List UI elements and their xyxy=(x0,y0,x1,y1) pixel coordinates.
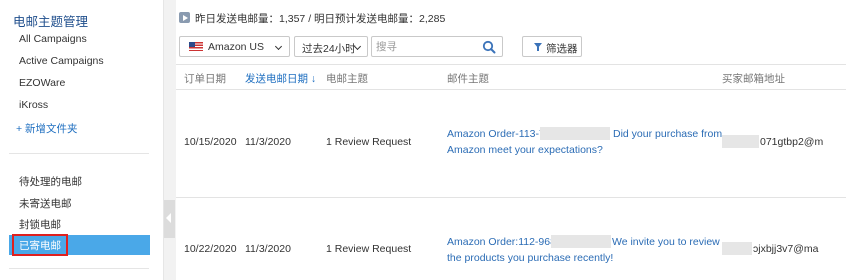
table-row-divider xyxy=(176,197,846,198)
email-topic-cell: 1 Review Request xyxy=(326,136,412,148)
highlight-box xyxy=(12,234,68,256)
subject-line-2[interactable]: Amazon meet your expectations? xyxy=(447,142,603,158)
time-range-select[interactable]: 过去24小时 xyxy=(294,36,368,57)
redaction xyxy=(540,127,610,140)
column-header-email-topic[interactable]: 电邮主题 xyxy=(326,71,368,86)
redaction xyxy=(722,242,752,255)
subject-line-2[interactable]: the products you purchase recently! xyxy=(447,250,613,266)
chevron-down-icon xyxy=(274,42,283,51)
sidebar-item-pending[interactable]: 待处理的电邮 xyxy=(19,174,82,189)
redaction xyxy=(722,135,759,148)
send-date-cell: 11/3/2020 xyxy=(245,243,291,255)
subject-line-start[interactable]: Amazon Order:112-9681 xyxy=(447,234,562,250)
play-icon xyxy=(179,12,190,23)
time-range-label: 过去24小时 xyxy=(302,43,356,55)
search-input[interactable] xyxy=(376,39,476,54)
sidebar-title: 电邮主题管理 xyxy=(13,15,89,29)
subject-line-end[interactable]: We invite you to review xyxy=(612,234,720,250)
chevron-left-icon xyxy=(166,213,171,223)
column-header-subject[interactable]: 邮件主题 xyxy=(447,71,489,86)
buyer-email-cell: ɔjxbjj3v7@ma xyxy=(753,243,819,255)
search-icon[interactable] xyxy=(482,40,496,54)
marketplace-label: Amazon US xyxy=(208,41,265,53)
filter-label: 筛选器 xyxy=(546,43,578,55)
email-topic-cell: 1 Review Request xyxy=(326,243,412,255)
sidebar-divider-bottom xyxy=(9,268,149,269)
order-date-cell: 10/22/2020 xyxy=(184,243,237,255)
new-folder-link[interactable]: + 新增文件夹 xyxy=(16,121,78,136)
table-border xyxy=(176,64,846,65)
collapse-sidebar-handle[interactable] xyxy=(164,200,175,238)
sidebar-item-all-campaigns[interactable]: All Campaigns xyxy=(19,33,87,45)
sidebar-item-ezoware[interactable]: EZOWare xyxy=(19,77,65,89)
buyer-email-cell: 071gtbp2@m xyxy=(760,136,824,148)
search-box xyxy=(371,36,503,57)
subject-line-end[interactable]: Did your purchase from xyxy=(613,126,722,142)
column-header-order-date[interactable]: 订单日期 xyxy=(184,71,226,86)
redaction xyxy=(551,235,611,248)
sidebar-item-active-campaigns[interactable]: Active Campaigns xyxy=(19,55,104,67)
sidebar: 电邮主题管理 All Campaigns Active Campaigns EZ… xyxy=(0,0,163,280)
column-header-buyer-email[interactable]: 买家邮箱地址 xyxy=(722,71,785,86)
send-date-cell: 11/3/2020 xyxy=(245,136,291,148)
filter-button[interactable]: 筛选器 xyxy=(522,36,582,57)
marketplace-select[interactable]: Amazon US xyxy=(179,36,290,57)
table-header-divider xyxy=(176,89,846,90)
subject-line-start[interactable]: Amazon Order-113-70 xyxy=(447,126,551,142)
sidebar-divider xyxy=(9,153,149,154)
us-flag-icon xyxy=(189,42,203,51)
sidebar-splitter xyxy=(163,0,176,280)
sidebar-item-unsent[interactable]: 未寄送电邮 xyxy=(19,196,72,211)
order-date-cell: 10/15/2020 xyxy=(184,136,237,148)
sidebar-item-ikross[interactable]: iKross xyxy=(19,99,48,111)
column-header-send-date[interactable]: 发送电邮日期 ↓ xyxy=(245,71,316,86)
send-stats: 昨日发送电邮量：1,357 / 明日预计发送电邮量：2,285 xyxy=(195,13,446,25)
sidebar-item-blocked[interactable]: 封锁电邮 xyxy=(19,217,61,232)
